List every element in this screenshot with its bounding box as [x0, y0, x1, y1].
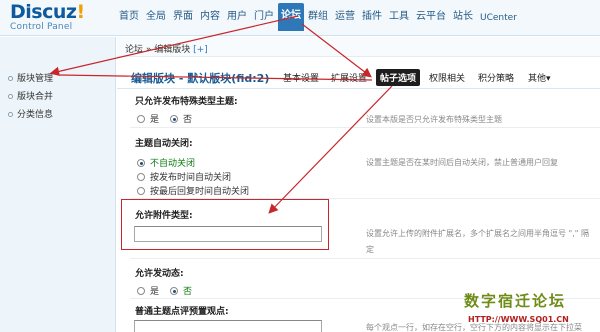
nav-content[interactable]: 内容 — [197, 8, 223, 28]
viewpoints-textarea[interactable] — [134, 320, 322, 332]
bullet-icon — [8, 112, 13, 117]
allow-feed-yes-radio[interactable]: 是 — [137, 284, 159, 297]
separator — [130, 258, 600, 259]
radio-checked-icon — [170, 287, 178, 295]
nav-cloud[interactable]: 云平台 — [413, 8, 449, 28]
arrow-to-attach-box — [268, 85, 393, 214]
top-nav: 首页 全局 界面 内容 用户 门户 论坛 群组 运营 插件 工具 云平台 站长 … — [116, 3, 521, 31]
auto-close-by-last-reply-radio[interactable]: 按最后回复时间自动关闭 — [137, 184, 249, 197]
page-title: 编辑版块 - 默认版块(fid:2) — [131, 72, 270, 85]
nav-portal[interactable]: 门户 — [251, 8, 277, 28]
nav-plugin[interactable]: 插件 — [359, 8, 385, 28]
auto-close-desc: 设置主题是否在某时间后自动关闭，禁止普通用户回复 — [366, 158, 558, 167]
breadcrumb-add-button[interactable]: [+] — [193, 45, 208, 55]
tab-bar: 编辑版块 - 默认版块(fid:2) 基本设置 扩展设置 帖子选项 权限相关 积… — [117, 66, 600, 86]
breadcrumb-path: 论坛 » 编辑版块 — [125, 45, 191, 55]
allow-feed-no-radio[interactable]: 否 — [170, 284, 192, 297]
radio-icon — [137, 173, 145, 181]
sidebar: 版块管理 版块合并 分类信息 — [0, 37, 116, 332]
tab-extend[interactable]: 扩展设置 — [327, 69, 371, 86]
logo-subtitle: Control Panel — [10, 22, 73, 32]
auto-close-label: 主题自动关闭: — [135, 139, 193, 149]
special-type-desc: 设置本版是否只允许发布特殊类型主题 — [366, 115, 502, 124]
radio-checked-icon — [170, 115, 178, 123]
tab-basic[interactable]: 基本设置 — [279, 69, 323, 86]
tab-credits[interactable]: 积分策略 — [474, 69, 518, 86]
radio-icon — [137, 287, 145, 295]
sidebar-item-forum-merge[interactable]: 版块合并 — [8, 89, 53, 102]
logo-text: Discuz! — [10, 1, 85, 23]
nav-interface[interactable]: 界面 — [170, 8, 196, 28]
nav-home[interactable]: 首页 — [116, 8, 142, 28]
attach-types-desc-cont: 定 — [366, 245, 374, 254]
discuz-logo[interactable]: Discuz! Control Panel — [10, 2, 114, 34]
sidebar-item-category-info[interactable]: 分类信息 — [8, 107, 53, 120]
nav-group[interactable]: 群组 — [305, 8, 331, 28]
tab-more[interactable]: 其他▾ — [524, 69, 555, 86]
divider — [117, 88, 600, 89]
sidebar-item-forum-manage[interactable]: 版块管理 — [8, 71, 53, 84]
special-type-no-radio[interactable]: 否 — [170, 112, 192, 125]
header: Discuz! Control Panel 首页 全局 界面 内容 用户 门户 … — [0, 0, 600, 36]
nav-tools[interactable]: 工具 — [386, 8, 412, 28]
nav-operation[interactable]: 运营 — [332, 8, 358, 28]
nav-user[interactable]: 用户 — [224, 8, 250, 28]
watermark-url: HTTP://WWW.SQ01.CN — [468, 315, 569, 324]
radio-icon — [137, 187, 145, 195]
radio-checked-icon — [137, 159, 145, 167]
nav-global[interactable]: 全局 — [143, 8, 169, 28]
nav-webmaster[interactable]: 站长 — [450, 8, 476, 28]
special-type-yes-radio[interactable]: 是 — [137, 112, 159, 125]
separator — [130, 127, 600, 128]
annotation-highlight-box — [121, 199, 329, 250]
tab-permissions[interactable]: 权限相关 — [425, 69, 469, 86]
auto-close-none-radio[interactable]: 不自动关闭 — [137, 156, 195, 169]
breadcrumb: 论坛 » 编辑版块 [+] — [117, 37, 600, 57]
auto-close-by-post-time-radio[interactable]: 按发布时间自动关闭 — [137, 170, 231, 183]
viewpoints-label: 普通主题点评预置观点: — [135, 307, 229, 317]
nav-ucenter[interactable]: UCenter — [477, 8, 520, 28]
allow-feed-label: 允许发动态: — [135, 269, 184, 279]
bullet-icon — [8, 94, 13, 99]
watermark-title: 数字宿迁论坛 — [464, 292, 567, 310]
bullet-icon — [8, 76, 13, 81]
nav-forum[interactable]: 论坛 — [278, 3, 304, 31]
tab-post-options[interactable]: 帖子选项 — [376, 69, 421, 86]
special-type-label: 只允许发布特殊类型主题: — [135, 97, 238, 107]
radio-icon — [137, 115, 145, 123]
attach-types-desc: 设置允许上传的附件扩展名，多个扩展名之间用半角逗号 "," 隔 — [366, 229, 589, 238]
